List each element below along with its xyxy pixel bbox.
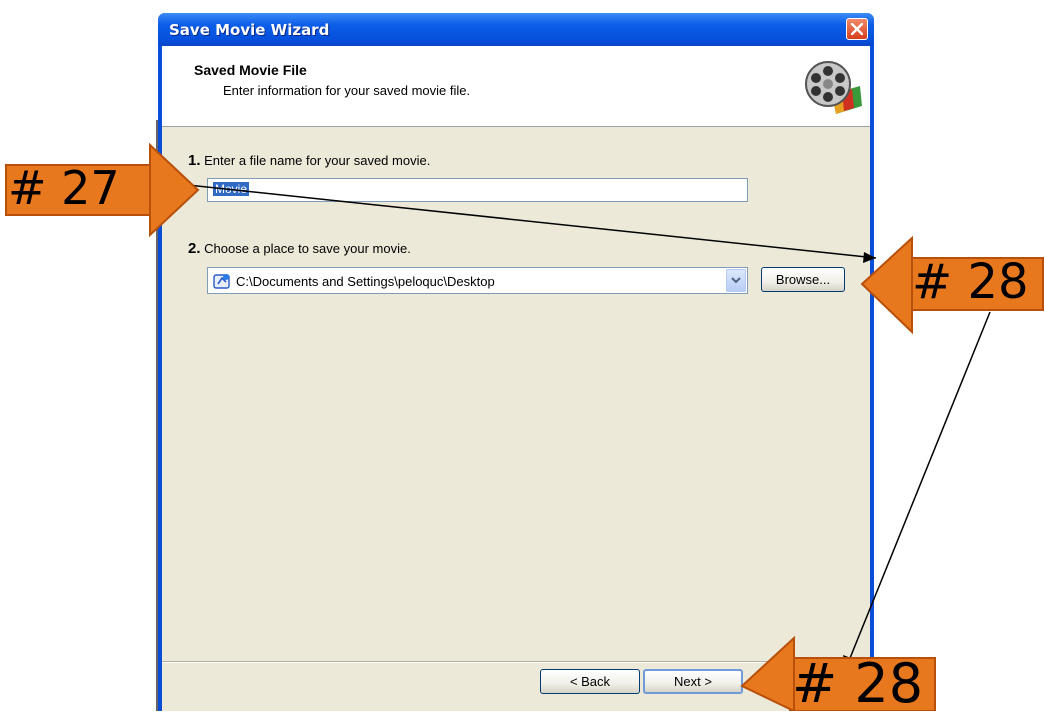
callout-28-top: # 28	[858, 235, 1045, 341]
callout-28-bottom: # 28	[738, 635, 938, 716]
connector-line-28-to-next	[843, 311, 991, 669]
callout-27-label: # 27	[8, 161, 120, 215]
callout-28-top-label: # 28	[912, 254, 1029, 310]
callout-27: # 27	[0, 142, 200, 243]
annotation-lines	[187, 184, 991, 669]
callout-28-bottom-label: # 28	[792, 652, 924, 715]
connector-line-27-to-28	[187, 184, 877, 263]
